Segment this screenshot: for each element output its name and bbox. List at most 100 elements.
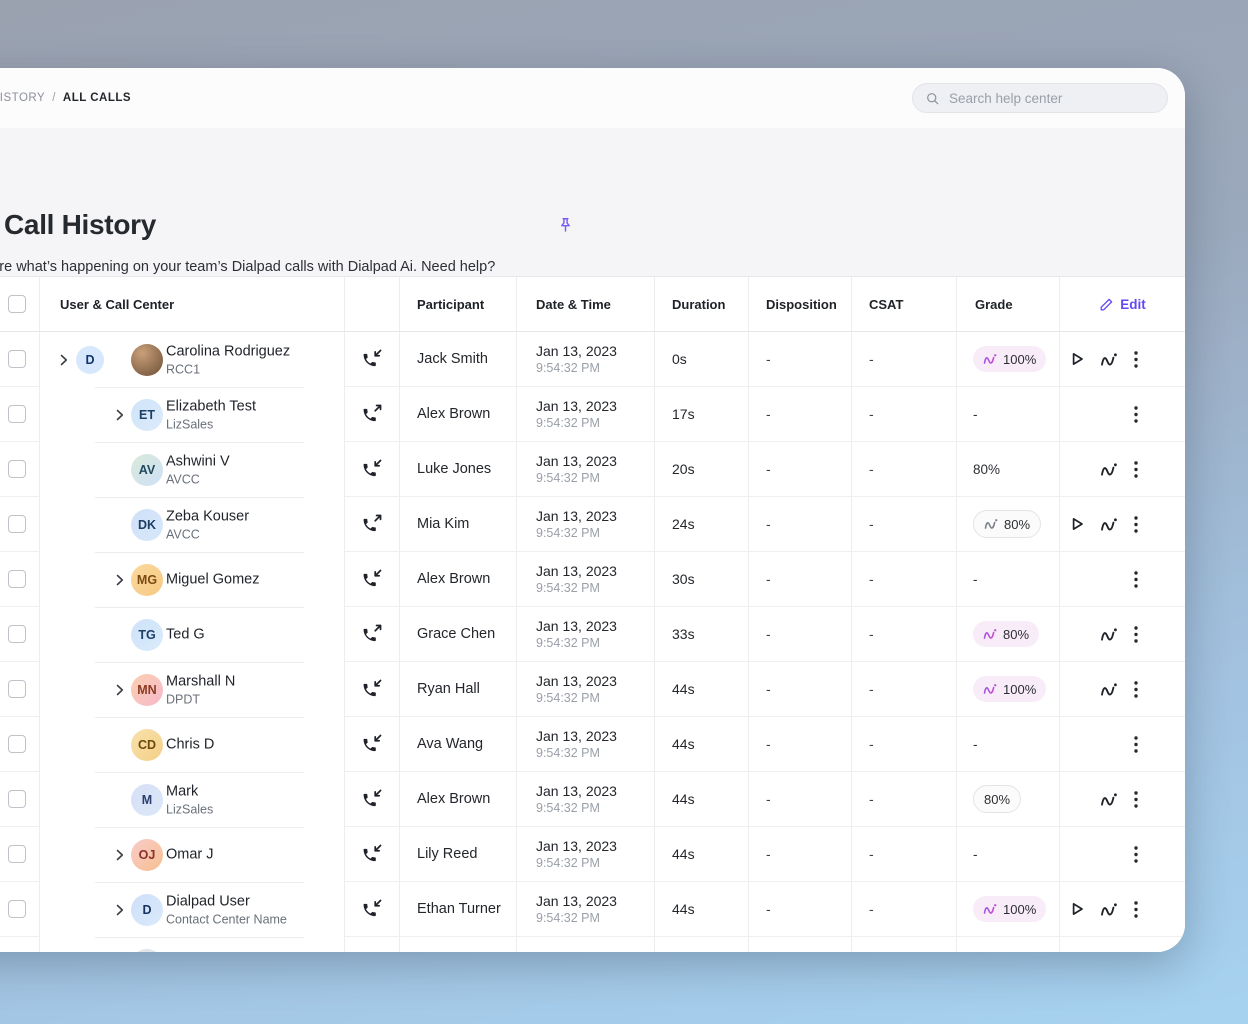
ai-transcript-button[interactable] [1100, 517, 1119, 532]
row-checkbox[interactable] [8, 405, 26, 423]
row-checkbox[interactable] [8, 515, 26, 533]
ai-transcript-icon [1101, 627, 1117, 641]
row-checkbox[interactable] [8, 460, 26, 478]
csat-cell: - [852, 772, 957, 827]
grade-cell: - [957, 387, 1060, 442]
user-cell: OJ Omar J [40, 827, 345, 883]
ai-transcript-button[interactable] [1100, 682, 1119, 697]
call-row[interactable]: ET Elizabeth Test LizSales Alex Brown Jan 13… [0, 387, 1185, 443]
play-recording-button[interactable] [1069, 351, 1085, 367]
expand-row-button[interactable] [60, 354, 68, 366]
ai-transcript-button[interactable] [1100, 627, 1119, 642]
play-recording-button[interactable] [1069, 901, 1085, 917]
call-row[interactable]: MN Marshall N DPDT Ryan Hall Jan 13, 2023 9:5… [0, 662, 1185, 718]
expand-row-button[interactable] [116, 409, 124, 421]
call-direction-cell [345, 882, 400, 937]
actions-cell [1060, 717, 1185, 772]
col-header-datetime[interactable]: Date & Time [517, 277, 655, 332]
call-row[interactable]: D Carolina Rodriguez RCC1 Jack Smith Jan 13,… [0, 332, 1185, 388]
call-date: Jan 13, 2023 [536, 673, 617, 689]
call-row[interactable]: AV Ashwini V AVCC Luke Jones Jan 13, 2023 9:5… [0, 442, 1185, 498]
participant-cell: Ryan Hall [400, 662, 517, 717]
more-options-button[interactable] [1134, 625, 1138, 643]
call-row[interactable]: TG Ted G Grace Chen Jan 13, 2023 9:54:32 PM 3… [0, 607, 1185, 663]
expand-row-button[interactable] [116, 574, 124, 586]
call-row[interactable]: M Mark LizSales Alex Brown Jan 13, 2023 9:54:… [0, 772, 1185, 828]
row-checkbox[interactable] [8, 570, 26, 588]
more-options-button[interactable] [1134, 350, 1138, 368]
expand-chevron-icon [116, 904, 124, 915]
user-initials-avatar: MN [131, 673, 163, 706]
breadcrumb-all-calls[interactable]: ALL CALLS [63, 92, 131, 104]
ai-transcript-button[interactable] [1100, 462, 1119, 477]
row-checkbox[interactable] [8, 625, 26, 643]
col-header-disposition[interactable]: Disposition [749, 277, 852, 332]
breadcrumb-history[interactable]: HISTORY [0, 92, 45, 104]
duration-cell: 20s [655, 442, 749, 497]
grade-empty: - [973, 846, 978, 862]
call-date: Jan 13, 2023 [536, 563, 617, 579]
datetime-cell: Jan 13, 2023 9:54:32 PM [517, 827, 655, 882]
incoming-call-icon [363, 899, 382, 917]
more-options-button[interactable] [1134, 900, 1138, 918]
expand-row-button[interactable] [116, 904, 124, 916]
ai-transcript-button[interactable] [1100, 352, 1119, 367]
more-options-button[interactable] [1134, 845, 1138, 863]
ai-icon [983, 629, 997, 639]
ai-transcript-button[interactable] [1100, 902, 1119, 917]
more-options-button[interactable] [1134, 735, 1138, 753]
row-checkbox[interactable] [8, 350, 26, 368]
row-checkbox-cell [0, 662, 40, 717]
datetime-cell: Jan 13, 2023 [517, 937, 655, 952]
call-row[interactable]: CD Chris D Ava Wang Jan 13, 2023 9:54:32 PM 4… [0, 717, 1185, 773]
user-initials-avatar: D [131, 893, 163, 926]
more-options-button[interactable] [1134, 570, 1138, 588]
participant-cell: Alex Brown [400, 772, 517, 827]
company-avatar: D [76, 345, 104, 374]
more-options-button[interactable] [1134, 515, 1138, 533]
pin-button[interactable] [552, 212, 578, 238]
call-direction-cell [345, 387, 400, 442]
expand-row-button[interactable] [116, 849, 124, 861]
duration-cell: 33s [655, 607, 749, 662]
user-cell: D Carolina Rodriguez RCC1 [40, 332, 345, 388]
row-checkbox[interactable] [8, 735, 26, 753]
incoming-call-icon [363, 844, 382, 862]
row-checkbox[interactable] [8, 900, 26, 918]
row-checkbox[interactable] [8, 845, 26, 863]
expand-row-button[interactable] [116, 684, 124, 696]
col-header-grade[interactable]: Grade [957, 277, 1060, 332]
call-row[interactable]: D Dialpad User Contact Center Name Ethan Tu… [0, 882, 1185, 938]
help-center-search[interactable] [912, 83, 1168, 113]
datetime-cell: Jan 13, 2023 9:54:32 PM [517, 882, 655, 937]
call-row[interactable]: DDialpad User Jan 13, 2023 [0, 937, 1185, 952]
datetime-cell: Jan 13, 2023 9:54:32 PM [517, 497, 655, 552]
kebab-menu-icon [1134, 625, 1138, 643]
more-options-button[interactable] [1134, 790, 1138, 808]
grade-empty: - [973, 571, 978, 587]
duration-cell: 17s [655, 387, 749, 442]
row-checkbox[interactable] [8, 680, 26, 698]
col-header-duration[interactable]: Duration [655, 277, 749, 332]
col-header-csat[interactable]: CSAT [852, 277, 957, 332]
col-header-user[interactable]: User & Call Center [40, 277, 345, 332]
call-row[interactable]: OJ Omar J Lily Reed Jan 13, 2023 9:54:32 PM 4… [0, 827, 1185, 883]
user-cell: CD Chris D [40, 717, 345, 773]
more-options-button[interactable] [1134, 460, 1138, 478]
kebab-menu-icon [1134, 790, 1138, 808]
grade-cell: 80% [957, 607, 1060, 662]
select-all-checkbox[interactable] [8, 295, 26, 313]
pencil-icon [1100, 298, 1113, 310]
more-options-button[interactable] [1134, 405, 1138, 423]
more-options-button[interactable] [1134, 680, 1138, 698]
col-header-participant[interactable]: Participant [400, 277, 517, 332]
call-row[interactable]: MG Miguel Gomez Alex Brown Jan 13, 2023 9:54… [0, 552, 1185, 608]
user-cell: DDialpad User [40, 937, 345, 952]
play-recording-button[interactable] [1069, 516, 1085, 532]
row-checkbox[interactable] [8, 790, 26, 808]
help-center-search-input[interactable] [947, 89, 1155, 107]
edit-columns-button[interactable]: Edit [1099, 297, 1146, 312]
call-row[interactable]: DK Zeba Kouser AVCC Mia Kim Jan 13, 2023 9:54… [0, 497, 1185, 553]
ai-transcript-button[interactable] [1100, 792, 1119, 807]
duration-cell: 24s [655, 497, 749, 552]
